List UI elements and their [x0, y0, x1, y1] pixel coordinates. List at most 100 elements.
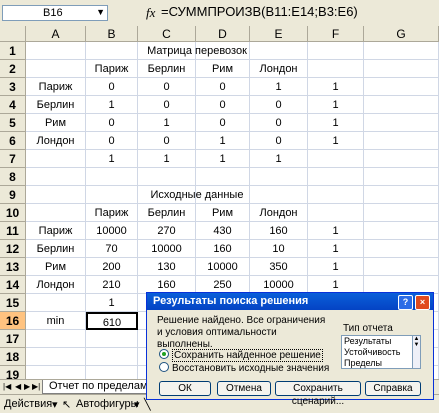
data-cell[interactable]: 160	[250, 222, 308, 240]
data-col-one[interactable]: 1	[86, 294, 138, 312]
empty-cell[interactable]	[26, 186, 86, 204]
empty-cell[interactable]	[250, 168, 308, 186]
matrix-cell[interactable]: 0	[86, 132, 138, 150]
dialog-title-bar[interactable]: Результаты поиска решения ? ×	[147, 293, 433, 310]
empty-cell[interactable]	[308, 204, 364, 222]
report-type-item[interactable]: Пределы	[344, 358, 412, 369]
empty-cell[interactable]	[138, 168, 196, 186]
save-scenario-button[interactable]: Сохранить сценарий...	[275, 381, 361, 407]
row-header-4[interactable]: 4	[0, 96, 26, 114]
row-header-14[interactable]: 14	[0, 276, 26, 294]
data-cell[interactable]: 270	[138, 222, 196, 240]
matrix-cell[interactable]: 1	[250, 78, 308, 96]
report-type-item[interactable]: Результаты	[344, 336, 412, 347]
matrix-col-header[interactable]: Рим	[196, 60, 250, 78]
empty-cell[interactable]	[308, 168, 364, 186]
empty-cell[interactable]	[26, 366, 86, 379]
last-sheet-icon[interactable]: ▶|	[32, 382, 40, 391]
matrix-col-header[interactable]: Париж	[86, 60, 138, 78]
matrix-row-sum[interactable]: 1	[308, 78, 364, 96]
row-header-9[interactable]: 9	[0, 186, 26, 204]
empty-cell[interactable]	[86, 330, 138, 348]
column-header-b[interactable]: B	[86, 26, 138, 42]
matrix-row-sum[interactable]: 1	[308, 96, 364, 114]
help-icon[interactable]: ?	[398, 295, 413, 310]
empty-cell[interactable]	[364, 204, 439, 222]
row-header-15[interactable]: 15	[0, 294, 26, 312]
empty-cell[interactable]	[308, 186, 364, 204]
next-sheet-icon[interactable]: ▶	[24, 382, 30, 391]
select-all-corner[interactable]	[0, 26, 26, 42]
matrix-cell[interactable]: 0	[250, 114, 308, 132]
matrix-cell[interactable]: 0	[86, 114, 138, 132]
empty-cell[interactable]	[364, 78, 439, 96]
row-header-3[interactable]: 3	[0, 78, 26, 96]
data-row-one[interactable]: 1	[308, 222, 364, 240]
prev-sheet-icon[interactable]: ◀	[15, 382, 21, 391]
first-sheet-icon[interactable]: |◀	[3, 382, 11, 391]
data-cell[interactable]: 10000	[196, 258, 250, 276]
actions-menu[interactable]: Действия	[4, 398, 52, 410]
data-col-header[interactable]: Рим	[196, 204, 250, 222]
empty-cell[interactable]	[364, 168, 439, 186]
matrix-row-sum[interactable]: 1	[308, 132, 364, 150]
row-header-5[interactable]: 5	[0, 114, 26, 132]
empty-cell[interactable]	[364, 186, 439, 204]
matrix-cell[interactable]: 0	[196, 78, 250, 96]
matrix-cell[interactable]: 0	[250, 132, 308, 150]
matrix-cell[interactable]: 0	[86, 78, 138, 96]
restore-values-radio[interactable]: Восстановить исходные значения	[159, 362, 329, 374]
empty-cell[interactable]	[364, 258, 439, 276]
empty-cell[interactable]	[26, 348, 86, 366]
data-row-one[interactable]: 1	[308, 258, 364, 276]
empty-cell[interactable]	[86, 366, 138, 379]
empty-cell[interactable]	[364, 96, 439, 114]
matrix-row-label[interactable]: Берлин	[26, 96, 86, 114]
matrix-row-sum[interactable]: 1	[308, 114, 364, 132]
chevron-down-icon[interactable]: ▾	[134, 398, 140, 411]
help-button[interactable]: Справка	[365, 381, 421, 396]
empty-cell[interactable]	[364, 114, 439, 132]
data-row-label[interactable]: Лондон	[26, 276, 86, 294]
empty-cell[interactable]	[364, 150, 439, 168]
data-cell[interactable]: 200	[86, 258, 138, 276]
data-cell[interactable]: 130	[138, 258, 196, 276]
empty-cell[interactable]	[364, 60, 439, 78]
matrix-cell[interactable]: 0	[138, 78, 196, 96]
column-header-e[interactable]: E	[250, 26, 308, 42]
empty-cell[interactable]	[26, 204, 86, 222]
empty-cell[interactable]	[308, 150, 364, 168]
data-col-header[interactable]: Лондон	[250, 204, 308, 222]
matrix-col-sum[interactable]: 1	[86, 150, 138, 168]
empty-cell[interactable]	[308, 60, 364, 78]
data-col-header[interactable]: Париж	[86, 204, 138, 222]
empty-cell[interactable]	[196, 168, 250, 186]
matrix-cell[interactable]: 1	[138, 114, 196, 132]
empty-cell[interactable]	[26, 330, 86, 348]
empty-cell[interactable]	[86, 168, 138, 186]
select-objects-icon[interactable]: ↖	[62, 398, 71, 411]
matrix-cell[interactable]: 0	[138, 96, 196, 114]
row-header-8[interactable]: 8	[0, 168, 26, 186]
row-header-1[interactable]: 1	[0, 42, 26, 60]
column-header-d[interactable]: D	[196, 26, 250, 42]
column-header-f[interactable]: F	[308, 26, 364, 42]
report-type-item[interactable]: Устойчивость	[344, 347, 412, 358]
row-header-6[interactable]: 6	[0, 132, 26, 150]
matrix-cell[interactable]: 0	[196, 96, 250, 114]
matrix-title[interactable]: Матрица перевозок	[86, 42, 308, 60]
min-label[interactable]: min	[26, 312, 86, 330]
empty-cell[interactable]	[308, 42, 364, 60]
row-header-10[interactable]: 10	[0, 204, 26, 222]
matrix-cell[interactable]: 1	[86, 96, 138, 114]
min-value-cell[interactable]: 610	[86, 312, 138, 330]
data-cell[interactable]: 210	[86, 276, 138, 294]
column-header-g[interactable]: G	[364, 26, 439, 42]
data-row-label[interactable]: Рим	[26, 258, 86, 276]
empty-cell[interactable]	[26, 294, 86, 312]
empty-cell[interactable]	[364, 240, 439, 258]
row-header-12[interactable]: 12	[0, 240, 26, 258]
matrix-row-label[interactable]: Париж	[26, 78, 86, 96]
formula-input[interactable]: =СУММПРОИЗВ(B11:E14;B3:E6)	[161, 4, 358, 19]
empty-cell[interactable]	[364, 222, 439, 240]
